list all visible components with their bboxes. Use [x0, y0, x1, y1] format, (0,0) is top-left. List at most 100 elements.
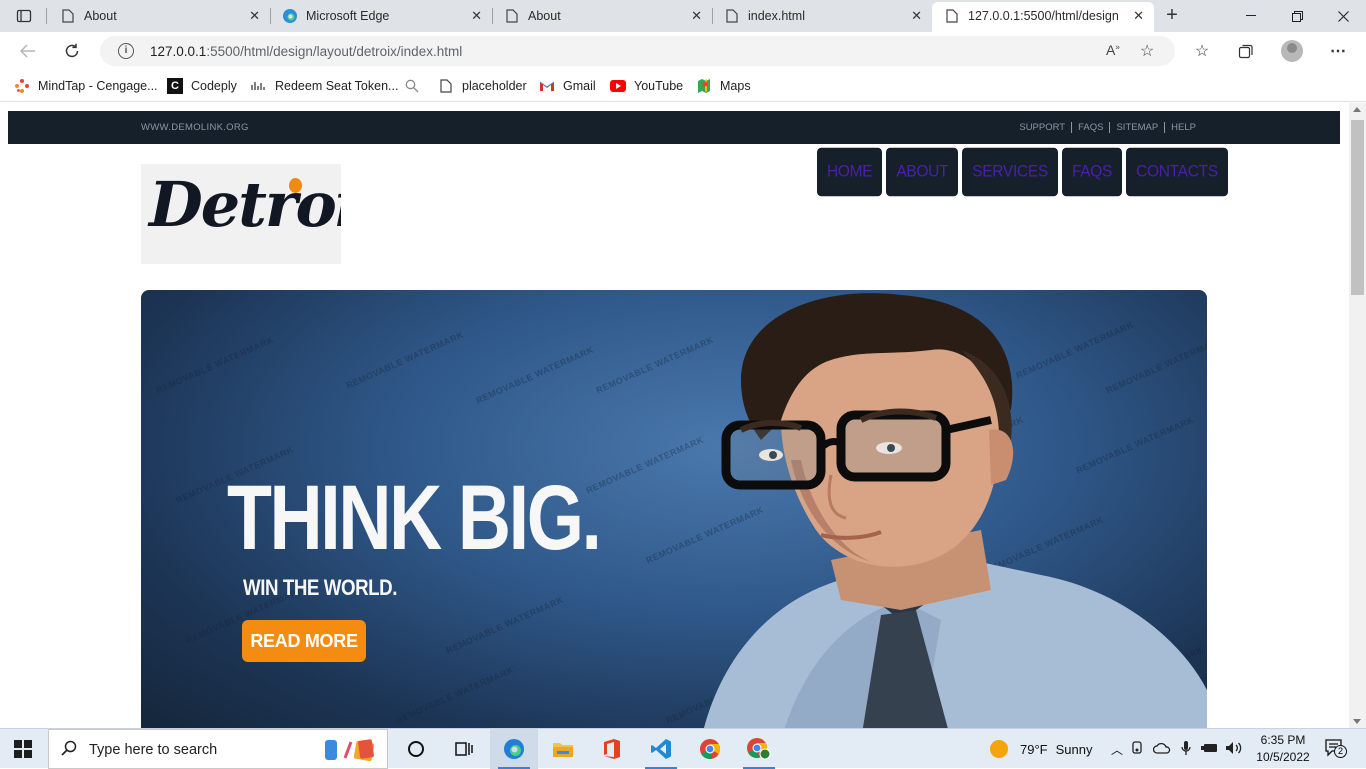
- taskbar-file-explorer[interactable]: [539, 729, 587, 769]
- page-scrollbar[interactable]: [1349, 103, 1366, 728]
- topbar-link-sitemap[interactable]: SITEMAP: [1109, 122, 1164, 133]
- close-tab-icon[interactable]: ✕: [1133, 9, 1144, 23]
- scrollbar-thumb[interactable]: [1351, 120, 1364, 295]
- minimize-button[interactable]: [1228, 4, 1274, 28]
- tab-index-html[interactable]: index.html ✕: [712, 0, 932, 32]
- taskbar-chrome[interactable]: [686, 729, 734, 769]
- nav-faqs[interactable]: FAQS: [1061, 147, 1123, 197]
- bookmark-maps[interactable]: Maps: [696, 76, 751, 96]
- bookmark-placeholder[interactable]: placeholder: [438, 76, 527, 96]
- topbar-link-support[interactable]: SUPPORT: [1013, 122, 1071, 133]
- tab-actions-icon: [16, 9, 32, 23]
- clock[interactable]: 6:35 PM 10/5/2022: [1252, 732, 1314, 766]
- read-more-button[interactable]: READ MORE: [242, 620, 366, 662]
- read-aloud-icon[interactable]: A»: [1106, 42, 1120, 58]
- clock-time: 6:35 PM: [1260, 733, 1306, 747]
- hero-banner: REMOVABLE WATERMARK REMOVABLE WATERMARK …: [141, 290, 1207, 728]
- battery-icon[interactable]: [1198, 742, 1222, 757]
- notification-count: 2: [1334, 745, 1347, 758]
- close-tab-icon[interactable]: ✕: [691, 9, 702, 23]
- bookmark-label: MindTap - Cengage...: [38, 79, 158, 93]
- weather-text: Sunny: [1055, 741, 1093, 757]
- url-text[interactable]: 127.0.0.1:5500/html/design/layout/detroi…: [150, 44, 462, 59]
- bookmark-youtube[interactable]: YouTube: [610, 76, 683, 96]
- nav-about[interactable]: ABOUT: [886, 147, 959, 197]
- page-icon: [504, 8, 520, 24]
- site-topbar: WWW.DEMOLINK.ORG SUPPORT FAQS SITEMAP HE…: [8, 111, 1340, 144]
- mindtap-icon: [14, 78, 30, 94]
- bookmark-gmail[interactable]: Gmail: [539, 76, 596, 96]
- bookmark-label: placeholder: [462, 79, 527, 93]
- scroll-down-icon[interactable]: [1353, 719, 1361, 724]
- nav-contacts[interactable]: CONTACTS: [1126, 147, 1228, 197]
- bookmark-redeem[interactable]: Redeem Seat Token...: [251, 76, 398, 96]
- refresh-button[interactable]: [58, 37, 86, 65]
- address-bar[interactable]: i 127.0.0.1:5500/html/design/layout/detr…: [100, 36, 1175, 66]
- site-logo[interactable]: Detroix: [141, 164, 341, 264]
- close-window-button[interactable]: [1320, 4, 1366, 28]
- taskbar-edge[interactable]: [490, 729, 538, 769]
- tab-label: 127.0.0.1:5500/html/design/la: [968, 9, 1118, 23]
- favorites-icon[interactable]: ☆: [1191, 40, 1213, 62]
- taskbar-office[interactable]: [588, 729, 636, 769]
- bookmark-label: Redeem Seat Token...: [275, 79, 399, 93]
- restore-button[interactable]: [1274, 4, 1320, 28]
- bookmark-search[interactable]: [404, 76, 428, 96]
- topbar-link-help[interactable]: HELP: [1164, 122, 1202, 133]
- tab-label: index.html: [748, 9, 805, 23]
- edge-icon: [282, 8, 298, 24]
- url-host: 127.0.0.1: [150, 44, 207, 59]
- site-info-icon[interactable]: i: [118, 43, 134, 59]
- redeem-icon: [251, 78, 267, 94]
- close-tab-icon[interactable]: ✕: [471, 9, 482, 23]
- bookmark-mindtap[interactable]: MindTap - Cengage...: [14, 76, 158, 96]
- codeply-icon: C: [167, 78, 183, 94]
- taskbar-chrome-profile[interactable]: [735, 729, 783, 769]
- tab-about-2[interactable]: About ✕: [492, 0, 712, 32]
- bookmark-codeply[interactable]: C Codeply: [167, 76, 237, 96]
- scroll-up-icon[interactable]: [1353, 107, 1361, 112]
- back-button[interactable]: [14, 37, 42, 65]
- settings-more-icon[interactable]: ⋯: [1327, 40, 1349, 62]
- chevron-up-icon[interactable]: ︿: [1108, 741, 1126, 758]
- new-tab-button[interactable]: +: [1160, 5, 1184, 27]
- nav-home[interactable]: HOME: [817, 147, 883, 197]
- taskbar-vscode[interactable]: [637, 729, 685, 769]
- start-button[interactable]: [14, 740, 32, 758]
- hero-subline: WIN THE WORLD.: [243, 575, 398, 600]
- bookmark-label: Gmail: [563, 79, 596, 93]
- taskbar-search[interactable]: Type here to search: [48, 729, 388, 769]
- main-nav: HOME ABOUT SERVICES FAQS CONTACTS: [817, 147, 1228, 197]
- site-domain[interactable]: WWW.DEMOLINK.ORG: [141, 122, 249, 133]
- tab-separator: [46, 8, 47, 24]
- tab-actions-button[interactable]: [8, 4, 40, 28]
- bookmark-label: Maps: [720, 79, 751, 93]
- notification-center-button[interactable]: 2: [1325, 739, 1347, 758]
- cortana-button[interactable]: [392, 729, 440, 769]
- nav-services[interactable]: SERVICES: [962, 147, 1058, 197]
- maps-icon: [696, 78, 712, 94]
- onedrive-icon[interactable]: [1150, 742, 1174, 757]
- search-icon: [404, 78, 420, 94]
- logo-dot: [289, 178, 302, 193]
- collections-icon[interactable]: [1235, 40, 1257, 62]
- close-tab-icon[interactable]: ✕: [249, 9, 260, 23]
- hero-headline: THINK BIG.: [227, 467, 602, 569]
- logo-text: Detroix: [149, 168, 341, 241]
- add-favorite-icon[interactable]: ☆: [1140, 41, 1154, 61]
- volume-icon[interactable]: [1222, 741, 1246, 758]
- tab-microsoft-edge[interactable]: Microsoft Edge ✕: [270, 0, 492, 32]
- page-viewport: WWW.DEMOLINK.ORG SUPPORT FAQS SITEMAP HE…: [0, 103, 1349, 728]
- meet-now-icon[interactable]: [1126, 740, 1150, 758]
- weather-widget[interactable]: 79°F Sunny: [990, 729, 1092, 769]
- topbar-link-faqs[interactable]: FAQS: [1071, 122, 1109, 133]
- close-tab-icon[interactable]: ✕: [911, 9, 922, 23]
- tab-active-localhost[interactable]: 127.0.0.1:5500/html/design/la ✕: [932, 2, 1154, 32]
- cortana-icon: [408, 741, 424, 757]
- microphone-icon[interactable]: [1174, 740, 1198, 759]
- task-view-button[interactable]: [440, 729, 488, 769]
- tab-about-1[interactable]: About ✕: [48, 0, 270, 32]
- folder-icon: [553, 743, 573, 757]
- clock-date: 10/5/2022: [1256, 750, 1310, 764]
- profile-avatar[interactable]: [1281, 40, 1303, 62]
